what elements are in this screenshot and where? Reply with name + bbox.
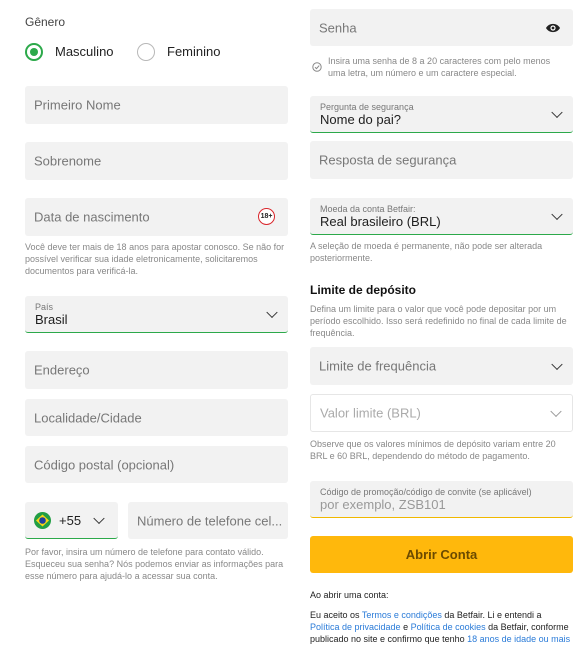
city-field[interactable]: Localidade/Cidade <box>25 399 288 436</box>
country-value: Brasil <box>35 312 68 327</box>
security-question-select[interactable]: Pergunta de segurança Nome do pai? <box>310 96 573 133</box>
gender-label-female[interactable]: Feminino <box>167 44 220 59</box>
check-circle-icon <box>312 59 322 77</box>
gender-radio-male[interactable] <box>25 43 43 61</box>
postal-code-placeholder: Código postal (opcional) <box>34 457 175 472</box>
password-placeholder: Senha <box>319 20 357 35</box>
last-name-placeholder: Sobrenome <box>34 153 102 169</box>
currency-help: A seleção de moeda é permanente, não pod… <box>310 241 543 263</box>
phone-code-value: +55 <box>59 513 82 528</box>
deposit-note: Observe que os valores mínimos de depósi… <box>310 439 556 461</box>
age-18-icon: 18+ <box>258 208 275 225</box>
phone-help: Por favor, insira um número de telefone … <box>25 547 284 581</box>
eye-icon[interactable] <box>545 21 561 39</box>
currency-label: Moeda da conta Betfair: <box>320 204 416 214</box>
address-field[interactable]: Endereço <box>25 351 288 389</box>
security-answer-placeholder: Resposta de segurança <box>319 152 457 168</box>
password-help: Insira uma senha de 8 a 20 caracteres co… <box>328 56 551 78</box>
terms-text-part2: da Betfair. Li e entendi a <box>441 610 542 620</box>
gender-heading: Gênero <box>25 15 66 29</box>
promo-code-label: Código de promoção/código de convite (se… <box>320 487 532 497</box>
city-placeholder: Localidade/Cidade <box>34 410 142 425</box>
security-answer-field[interactable]: Resposta de segurança <box>310 141 573 179</box>
currency-value: Real brasileiro (BRL) <box>320 214 441 229</box>
gender-radio-female[interactable] <box>137 43 155 61</box>
country-select[interactable]: País Brasil <box>25 296 288 333</box>
deposit-limit-description: Defina um limite para o valor que você p… <box>310 304 567 338</box>
promo-code-field[interactable]: Código de promoção/código de convite (se… <box>310 481 573 518</box>
chevron-down-icon <box>551 106 563 119</box>
deposit-frequency-placeholder: Limite de frequência <box>319 358 437 374</box>
cookie-policy-link[interactable]: Política de cookies <box>411 622 486 632</box>
age-requirement-link[interactable]: 18 anos de idade ou mais <box>467 634 570 644</box>
chevron-down-icon <box>266 306 278 319</box>
chevron-down-icon <box>93 512 105 525</box>
open-account-button[interactable]: Abrir Conta <box>310 536 573 573</box>
deposit-frequency-select[interactable]: Limite de frequência <box>310 347 573 385</box>
first-name-placeholder: Primeiro Nome <box>34 97 121 113</box>
first-name-field[interactable]: Primeiro Nome <box>25 86 288 124</box>
birth-date-help: Você deve ter mais de 18 anos para apost… <box>25 242 285 276</box>
brazil-flag-icon <box>34 512 51 529</box>
currency-select[interactable]: Moeda da conta Betfair: Real brasileiro … <box>310 198 573 235</box>
terms-text-part3: e <box>400 622 411 632</box>
last-name-field[interactable]: Sobrenome <box>25 142 288 180</box>
terms-text: Eu aceito os Termos e condições da Betfa… <box>310 609 572 645</box>
gender-label-male[interactable]: Masculino <box>55 44 114 59</box>
deposit-limit-heading: Limite de depósito <box>310 283 417 297</box>
phone-number-field[interactable]: Número de telefone cel... <box>128 502 288 539</box>
country-label: País <box>35 302 54 312</box>
deposit-amount-select[interactable]: Valor limite (BRL) <box>310 394 573 432</box>
chevron-down-icon <box>551 358 563 371</box>
security-question-value: Nome do pai? <box>320 112 401 127</box>
phone-number-placeholder: Número de telefone cel... <box>137 513 283 528</box>
deposit-amount-placeholder: Valor limite (BRL) <box>320 405 421 421</box>
address-placeholder: Endereço <box>34 362 90 378</box>
chevron-down-icon <box>550 405 562 418</box>
terms-intro: Ao abrir uma conta: <box>310 590 389 600</box>
terms-link[interactable]: Termos e condições <box>362 610 442 620</box>
terms-text-part1: Eu aceito os <box>310 610 362 620</box>
open-account-button-label: Abrir Conta <box>405 547 478 562</box>
postal-code-field[interactable]: Código postal (opcional) <box>25 446 288 483</box>
chevron-down-icon <box>551 208 563 221</box>
security-question-label: Pergunta de segurança <box>320 102 414 112</box>
password-field[interactable]: Senha <box>310 9 573 46</box>
birth-date-placeholder: Data de nascimento <box>34 209 150 225</box>
phone-country-code-select[interactable]: +55 <box>25 502 118 539</box>
promo-code-placeholder: por exemplo, ZSB101 <box>320 497 446 512</box>
birth-date-field[interactable]: Data de nascimento 18+ <box>25 198 288 236</box>
privacy-policy-link[interactable]: Política de privacidade <box>310 622 401 632</box>
